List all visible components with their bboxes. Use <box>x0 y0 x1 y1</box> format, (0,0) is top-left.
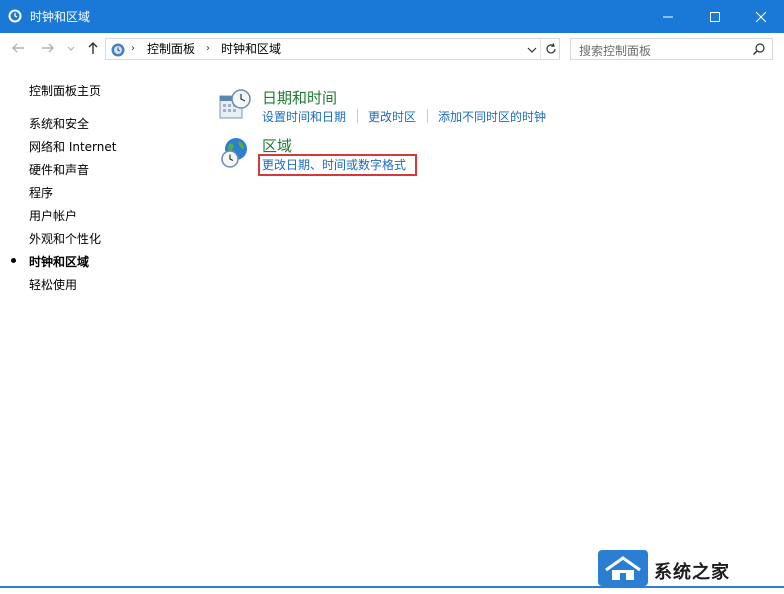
sidebar-item-hardware-sound[interactable]: 硬件和声音 <box>29 161 89 178</box>
sidebar-item-clock-region[interactable]: 时钟和区域 <box>29 253 89 270</box>
link-separator <box>357 109 358 123</box>
window-title: 时钟和区域 <box>30 10 91 24</box>
current-item-bullet <box>11 258 16 263</box>
maximize-icon <box>710 12 720 22</box>
breadcrumb-control-panel[interactable]: 控制面板 <box>147 42 195 57</box>
sidebar-item-programs[interactable]: 程序 <box>29 184 53 201</box>
house-logo-icon <box>598 550 648 586</box>
minimize-button[interactable] <box>645 0 691 33</box>
control-panel-home-link[interactable]: 控制面板主页 <box>29 82 101 99</box>
breadcrumb-separator: › <box>206 43 210 54</box>
address-bar[interactable]: › 控制面板 › 时钟和区域 <box>105 38 560 60</box>
sidebar-item-appearance[interactable]: 外观和个性化 <box>29 230 101 247</box>
change-time-zone-link[interactable]: 更改时区 <box>368 108 416 125</box>
forward-arrow-icon[interactable] <box>40 40 56 56</box>
maximize-button[interactable] <box>692 0 738 33</box>
close-icon <box>755 11 767 23</box>
search-field[interactable]: 搜索控制面板 <box>570 38 773 60</box>
sidebar-item-ease-of-access[interactable]: 轻松使用 <box>29 276 77 293</box>
left-navigation-pane: 控制面板主页 系统和安全 网络和 Internet 硬件和声音 程序 用户帐户 … <box>0 63 200 583</box>
control-panel-app-icon <box>8 9 22 23</box>
category-date-time-title[interactable]: 日期和时间 <box>262 87 337 108</box>
sidebar-item-user-accounts[interactable]: 用户帐户 <box>29 207 77 224</box>
back-arrow-icon[interactable] <box>10 40 26 56</box>
recent-locations-chevron-icon[interactable] <box>66 40 76 56</box>
close-button[interactable] <box>738 0 784 33</box>
control-panel-icon <box>111 43 125 57</box>
search-placeholder: 搜索控制面板 <box>579 44 652 58</box>
highlight-box <box>258 154 417 176</box>
watermark-text: 系统之家 <box>654 562 730 583</box>
breadcrumb-clock-region[interactable]: 时钟和区域 <box>221 42 281 57</box>
address-dropdown-chevron-icon[interactable] <box>526 44 538 56</box>
refresh-icon <box>546 43 556 54</box>
category-region-title[interactable]: 区域 <box>262 135 292 156</box>
set-time-date-link[interactable]: 设置时间和日期 <box>262 108 346 125</box>
add-clocks-link[interactable]: 添加不同时区的时钟 <box>438 108 546 125</box>
search-icon[interactable] <box>752 42 766 56</box>
refresh-button[interactable] <box>540 39 560 59</box>
navigation-bar: › 控制面板 › 时钟和区域 搜索控制面板 <box>0 33 784 63</box>
sidebar-item-system-security[interactable]: 系统和安全 <box>29 115 89 132</box>
up-arrow-icon[interactable] <box>85 40 101 56</box>
breadcrumb-separator: › <box>131 43 135 54</box>
minimize-icon <box>663 16 673 18</box>
link-separator <box>427 109 428 123</box>
globe-clock-icon <box>221 138 247 168</box>
title-bar: 时钟和区域 <box>0 0 784 33</box>
clock-calendar-icon <box>219 89 251 119</box>
sidebar-item-network-internet[interactable]: 网络和 Internet <box>29 138 116 155</box>
watermark-logo: 系统之家 <box>596 546 782 592</box>
